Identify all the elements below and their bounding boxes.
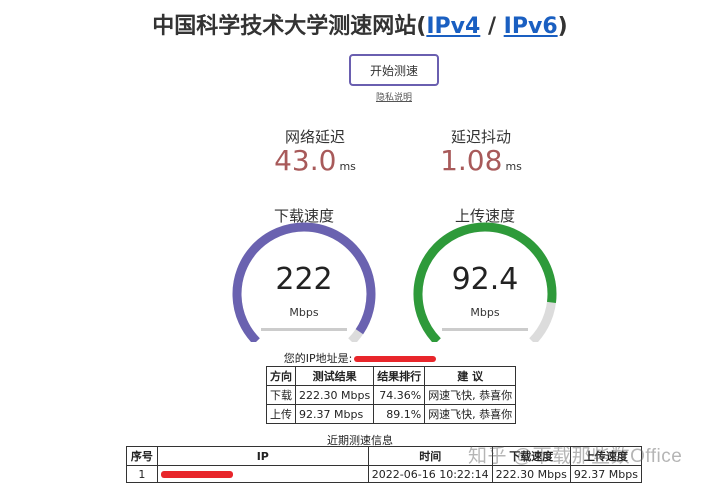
table-cell: 网速飞快, 恭喜你: [424, 404, 517, 424]
column-header: 结果排行: [373, 366, 426, 386]
latency-value: 43.0 ms: [235, 144, 395, 177]
table-cell: [156, 465, 369, 483]
watermark: 知乎 @下载那些数Office: [468, 446, 683, 467]
redaction-mark: [160, 471, 233, 478]
download-value: 222: [275, 262, 333, 297]
upload-value: 92.4: [451, 262, 519, 297]
table-cell: 92.37 Mbps: [569, 465, 643, 483]
jitter-number: 1.08: [440, 144, 503, 177]
title-text: 中国科学技术大学测速网站(: [152, 14, 427, 39]
jitter-value: 1.08 ms: [401, 144, 561, 177]
ip-label: 您的IP地址是:: [283, 352, 353, 365]
table-row: 下载 222.30 Mbps 74.36% 网速飞快, 恭喜你: [266, 385, 517, 405]
result-table: 方向 测试结果 结果排行 建 议 下载 222.30 Mbps 74.36% 网…: [266, 366, 517, 424]
ip-address-line: 您的IP地址是:: [0, 350, 720, 366]
table-row: 1 2022-06-16 10:22:14 222.30 Mbps 92.37 …: [126, 465, 643, 483]
column-header: 建 议: [424, 366, 517, 386]
page-title: 中国科学技术大学测速网站(IPv4 / IPv6): [0, 8, 720, 40]
table-cell: 222.30 Mbps: [491, 465, 571, 483]
table-cell: 下载: [266, 385, 296, 405]
table-cell: 2022-06-16 10:22:14: [367, 465, 493, 483]
ipv4-link[interactable]: IPv4: [426, 14, 480, 39]
column-header: 序号: [126, 446, 158, 466]
latency-unit: ms: [339, 160, 356, 173]
table-cell: 74.36%: [373, 385, 426, 405]
upload-unit: Mbps: [470, 306, 500, 319]
table-cell: 222.30 Mbps: [294, 385, 375, 405]
table-cell: 1: [126, 465, 158, 483]
result-table-header: 方向 测试结果 结果排行 建 议: [266, 366, 517, 386]
redaction-mark: [354, 356, 437, 362]
title-separator: /: [480, 14, 504, 39]
table-cell: 89.1%: [373, 404, 426, 424]
start-test-button[interactable]: 开始测速: [349, 54, 439, 86]
privacy-link[interactable]: 隐私说明: [349, 90, 439, 103]
table-cell: 上传: [266, 404, 296, 424]
ipv6-link[interactable]: IPv6: [504, 14, 558, 39]
upload-baseline: [442, 328, 528, 331]
column-header: 方向: [266, 366, 296, 386]
table-cell: 92.37 Mbps: [294, 404, 375, 424]
table-row: 上传 92.37 Mbps 89.1% 网速飞快, 恭喜你: [266, 404, 517, 424]
title-suffix: ): [557, 14, 568, 39]
download-baseline: [261, 328, 347, 331]
column-header: IP: [156, 446, 369, 466]
jitter-unit: ms: [505, 160, 522, 173]
download-unit: Mbps: [289, 306, 319, 319]
latency-number: 43.0: [274, 144, 337, 177]
table-cell: 网速飞快, 恭喜你: [424, 385, 517, 405]
column-header: 测试结果: [294, 366, 375, 386]
